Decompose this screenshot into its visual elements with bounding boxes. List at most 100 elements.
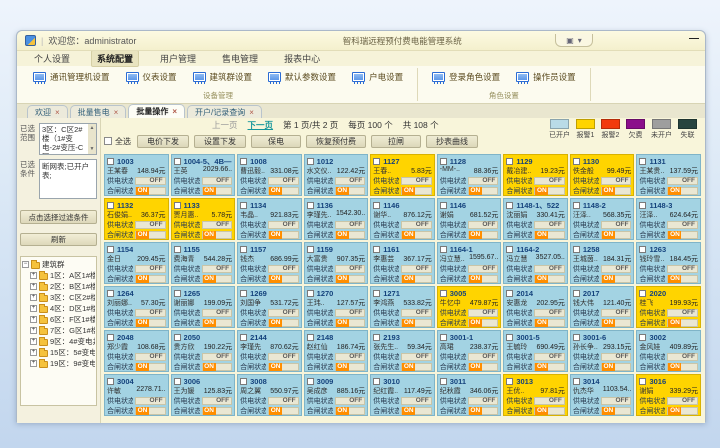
meter-card[interactable]: 3009吴成彦885.16元供电状态OFF合闸状态ON	[304, 374, 369, 416]
meter-card[interactable]: 2014安惠龙202.95元供电状态OFF合闸状态ON	[503, 286, 568, 328]
meter-card[interactable]: 3005牛忆中479.87元供电状态OFF合闸状态ON	[437, 286, 502, 328]
supply-state-field[interactable]: OFF	[401, 397, 432, 405]
switch-state-field[interactable]: ON	[534, 187, 565, 195]
menu-item-1[interactable]: 个人设置	[29, 51, 75, 66]
toolbar-button[interactable]: 电价下发	[137, 135, 189, 148]
supply-state-field[interactable]: OFF	[335, 177, 366, 185]
supply-state-field[interactable]: OFF	[335, 265, 366, 273]
card-checkbox[interactable]	[639, 290, 646, 297]
switch-state-field[interactable]: ON	[202, 187, 233, 195]
card-checkbox[interactable]	[240, 290, 247, 297]
card-checkbox[interactable]	[440, 378, 447, 385]
meter-card[interactable]: 1003王某春148.94元供电状态OFF合闸状态ON	[104, 154, 169, 196]
card-checkbox[interactable]	[174, 290, 181, 297]
next-page-link[interactable]: 下一页	[248, 119, 274, 131]
supply-state-field[interactable]: OFF	[601, 309, 632, 317]
meter-card[interactable]: 1131王某贵..137.59元供电状态OFF合闸状态ON	[636, 154, 701, 196]
expand-icon[interactable]: +	[30, 272, 37, 279]
switch-state-field[interactable]: ON	[202, 319, 233, 327]
switch-state-field[interactable]: ON	[202, 275, 233, 283]
menu-item-4[interactable]: 售电管理	[217, 51, 263, 66]
card-checkbox[interactable]	[639, 158, 646, 165]
ribbon-button[interactable]: 仪表设置	[118, 69, 185, 85]
ribbon-button[interactable]: 默认参数设置	[260, 69, 344, 85]
supply-state-field[interactable]: OFF	[202, 309, 233, 317]
expand-icon[interactable]: +	[30, 349, 37, 356]
select-all-checkbox[interactable]	[104, 137, 112, 145]
card-checkbox[interactable]	[573, 202, 580, 209]
toolbar-button[interactable]: 抄表曲线	[426, 135, 478, 148]
toolbar-button[interactable]: 恢复预付费	[306, 135, 366, 148]
meter-card[interactable]: 1148-2汪泽..568.35元供电状态OFF合闸状态ON	[570, 198, 635, 240]
meter-card[interactable]: 3006王为媛125.83元供电状态OFF合闸状态ON	[171, 374, 236, 416]
meter-card[interactable]: 1155费海青544.28元供电状态OFF合闸状态ON	[171, 242, 236, 284]
supply-state-field[interactable]: OFF	[268, 397, 299, 405]
expand-icon[interactable]: +	[30, 316, 37, 323]
supply-state-field[interactable]: OFF	[468, 353, 499, 361]
card-checkbox[interactable]	[573, 378, 580, 385]
supply-state-field[interactable]: OFF	[401, 309, 432, 317]
switch-state-field[interactable]: ON	[135, 407, 166, 415]
meter-card[interactable]: 2048郑少霞108.68元供电状态OFF合闸状态ON	[104, 330, 169, 372]
card-checkbox[interactable]	[240, 378, 247, 385]
card-checkbox[interactable]	[440, 290, 447, 297]
card-checkbox[interactable]	[573, 158, 580, 165]
supply-state-field[interactable]: OFF	[468, 177, 499, 185]
meter-card[interactable]: 3008周之翼550.97元供电状态OFF合闸状态ON	[237, 374, 302, 416]
card-checkbox[interactable]	[174, 202, 181, 209]
switch-state-field[interactable]: ON	[135, 275, 166, 283]
card-checkbox[interactable]	[174, 378, 181, 385]
switch-state-field[interactable]: ON	[268, 319, 299, 327]
meter-card[interactable]: 3002金风娃409.89元供电状态OFF合闸状态ON	[636, 330, 701, 372]
card-checkbox[interactable]	[639, 246, 646, 253]
switch-state-field[interactable]: ON	[601, 363, 632, 371]
meter-card[interactable]: 1132石俊娟..36.37元供电状态OFF合闸状态ON	[104, 198, 169, 240]
card-checkbox[interactable]	[440, 158, 447, 165]
meter-card[interactable]: 3001-6孙长争..293.15元供电状态OFF合闸状态ON	[570, 330, 635, 372]
card-checkbox[interactable]	[573, 290, 580, 297]
supply-state-field[interactable]: OFF	[667, 265, 698, 273]
switch-state-field[interactable]: ON	[135, 231, 166, 239]
listbox-scrollbar[interactable]: ▲ ▼	[88, 124, 96, 154]
prev-page-link[interactable]: 上一页	[212, 119, 238, 131]
meter-card[interactable]: 3016谢娟339.29元供电状态OFF合闸状态ON	[636, 374, 701, 416]
expand-icon[interactable]: +	[30, 294, 37, 301]
switch-state-field[interactable]: ON	[667, 319, 698, 327]
card-checkbox[interactable]	[506, 378, 513, 385]
card-checkbox[interactable]	[240, 334, 247, 341]
switch-state-field[interactable]: ON	[601, 187, 632, 195]
tab-close-icon[interactable]: ×	[55, 108, 60, 117]
switch-state-field[interactable]: ON	[468, 231, 499, 239]
expand-icon[interactable]: +	[30, 305, 37, 312]
supply-state-field[interactable]: OFF	[667, 221, 698, 229]
card-checkbox[interactable]	[107, 290, 114, 297]
card-checkbox[interactable]	[506, 158, 513, 165]
meter-card[interactable]: 1263钱玲雪..184.45元供电状态OFF合闸状态ON	[636, 242, 701, 284]
meter-card[interactable]: 1258王城茵..184.31元供电状态OFF合闸状态ON	[570, 242, 635, 284]
tree-item[interactable]: +19区：9#变电站（2#…	[22, 358, 95, 369]
tree-item[interactable]: +3区：C区2#楼（1#变…	[22, 292, 95, 303]
supply-state-field[interactable]: OFF	[534, 309, 565, 317]
switch-state-field[interactable]: ON	[468, 407, 499, 415]
supply-state-field[interactable]: OFF	[667, 309, 698, 317]
card-checkbox[interactable]	[307, 246, 314, 253]
meter-card[interactable]: 1127王春..5.83元供电状态OFF合闸状态ON	[370, 154, 435, 196]
supply-state-field[interactable]: OFF	[601, 353, 632, 361]
switch-state-field[interactable]: ON	[534, 275, 565, 283]
card-checkbox[interactable]	[639, 378, 646, 385]
card-checkbox[interactable]	[174, 158, 181, 165]
meter-card[interactable]: 3011纪秋霞346.06元供电状态OFF合闸状态ON	[437, 374, 502, 416]
card-checkbox[interactable]	[240, 246, 247, 253]
switch-state-field[interactable]: ON	[401, 363, 432, 371]
switch-state-field[interactable]: ON	[401, 407, 432, 415]
card-checkbox[interactable]	[107, 334, 114, 341]
switch-state-field[interactable]: ON	[268, 231, 299, 239]
ribbon-button[interactable]: 建筑群设置	[185, 69, 261, 85]
switch-state-field[interactable]: ON	[601, 275, 632, 283]
supply-state-field[interactable]: OFF	[202, 397, 233, 405]
card-checkbox[interactable]	[573, 246, 580, 253]
supply-state-field[interactable]: OFF	[534, 221, 565, 229]
choose-filter-button[interactable]: 点击选择过滤条件	[20, 210, 97, 224]
supply-state-field[interactable]: OFF	[468, 265, 499, 273]
switch-state-field[interactable]: ON	[335, 363, 366, 371]
